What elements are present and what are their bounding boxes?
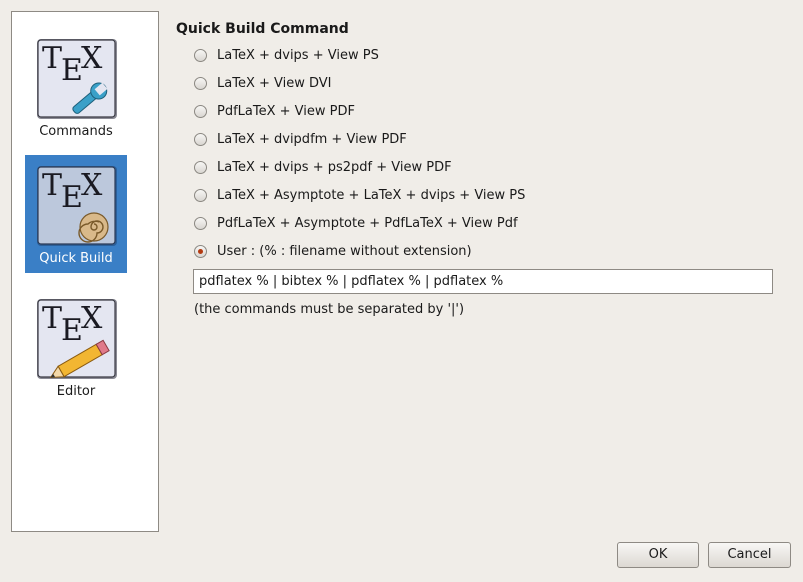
svg-text:E: E	[61, 53, 83, 88]
page-title: Quick Build Command	[176, 21, 349, 37]
tex-pencil-icon: T E X	[37, 299, 117, 379]
radio-button[interactable]	[194, 160, 207, 174]
radio-option-latex-dvi[interactable]: LaTeX + View DVI	[194, 72, 332, 94]
radio-option-latex-ps2pdf[interactable]: LaTeX + dvips + ps2pdf + View PDF	[194, 156, 452, 178]
radio-button[interactable]	[194, 132, 207, 146]
radio-label: PdfLaTeX + View PDF	[217, 103, 355, 119]
hint-text: (the commands must be separated by '|')	[194, 302, 465, 317]
radio-option-user[interactable]: User : (% : filename without extension)	[194, 240, 472, 262]
radio-label: LaTeX + dvipdfm + View PDF	[217, 131, 407, 147]
svg-text:X: X	[81, 41, 103, 76]
radio-label: LaTeX + View DVI	[217, 75, 332, 91]
radio-label: LaTeX + dvips + ps2pdf + View PDF	[217, 159, 452, 175]
user-command-input[interactable]	[193, 269, 773, 294]
radio-label: User : (% : filename without extension)	[217, 243, 472, 259]
radio-option-pdflatex-pdf[interactable]: PdfLaTeX + View PDF	[194, 100, 355, 122]
radio-button[interactable]	[194, 76, 207, 90]
svg-text:T: T	[42, 41, 62, 76]
ok-button[interactable]: OK	[617, 542, 699, 568]
svg-text:X: X	[81, 301, 103, 336]
tex-spiral-icon: T E X	[37, 166, 117, 246]
svg-text:X: X	[81, 168, 103, 203]
radio-label: LaTeX + dvips + View PS	[217, 47, 379, 63]
sidebar-item-label: Commands	[39, 124, 113, 139]
sidebar-item-quick-build[interactable]: T E X Quick Build	[25, 155, 127, 273]
radio-button[interactable]	[194, 48, 207, 62]
radio-option-latex-dvips-ps[interactable]: LaTeX + dvips + View PS	[194, 44, 379, 66]
radio-option-latex-asymptote[interactable]: LaTeX + Asymptote + LaTeX + dvips + View…	[194, 184, 525, 206]
radio-option-pdflatex-asymptote[interactable]: PdfLaTeX + Asymptote + PdfLaTeX + View P…	[194, 212, 518, 234]
sidebar: T E X Commands T E X Quick Build T E X E…	[11, 11, 159, 532]
radio-button[interactable]	[194, 244, 207, 258]
cancel-button[interactable]: Cancel	[708, 542, 791, 568]
radio-button[interactable]	[194, 216, 207, 230]
sidebar-item-editor[interactable]: T E X Editor	[25, 288, 127, 406]
sidebar-item-label: Quick Build	[39, 251, 113, 266]
svg-text:E: E	[61, 313, 83, 348]
tex-wrench-icon: T E X	[37, 39, 117, 119]
radio-option-latex-dvipdfm[interactable]: LaTeX + dvipdfm + View PDF	[194, 128, 407, 150]
svg-text:T: T	[42, 168, 62, 203]
radio-button[interactable]	[194, 104, 207, 118]
radio-label: LaTeX + Asymptote + LaTeX + dvips + View…	[217, 187, 526, 203]
radio-button[interactable]	[194, 188, 207, 202]
radio-label: PdfLaTeX + Asymptote + PdfLaTeX + View P…	[217, 215, 518, 231]
svg-text:E: E	[61, 180, 83, 215]
sidebar-item-label: Editor	[56, 384, 96, 399]
sidebar-item-commands[interactable]: T E X Commands	[25, 28, 127, 146]
svg-text:T: T	[42, 301, 62, 336]
